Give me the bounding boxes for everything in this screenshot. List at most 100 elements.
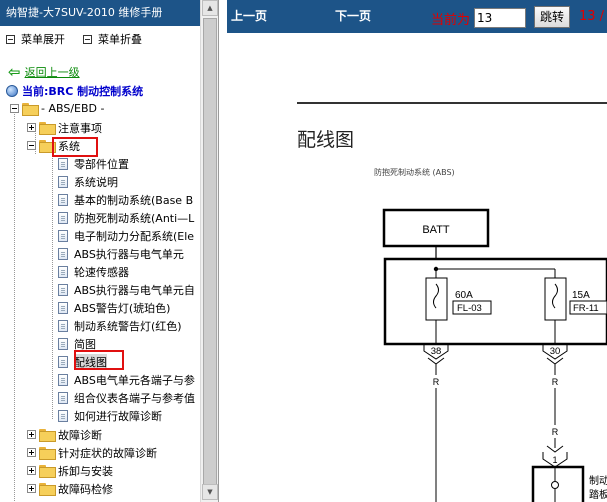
document-icon [58,319,68,332]
page-toolbar: 上一页 下一页 当前为 跳转 13 / 5 [227,0,607,33]
document-icon [58,157,68,170]
back-row: ⇦ 返回上一级 [8,64,80,80]
document-icon [58,301,68,314]
tree-leaf[interactable]: ABS警告灯(琥珀色) [58,299,170,316]
tree-leaf[interactable]: ABS电气单元各端子与参 [58,371,195,388]
tree-leaf-label: 制动系统警告灯(红色) [74,319,182,333]
collapse-icon[interactable] [27,141,36,150]
side-label-2: 踏板 [589,488,607,501]
expand-icon[interactable] [27,484,36,493]
tree-item-label: 拆卸与安装 [58,464,113,478]
tree-leaf[interactable]: 零部件位置 [58,155,129,172]
document-icon [58,247,68,260]
tree-leaf-label: 零部件位置 [74,157,129,171]
current-section: 当前:BRC 制动控制系统 [22,85,144,98]
tree-leaf[interactable]: ABS执行器与电气单元自 [58,281,195,298]
tree-item-removal[interactable]: 拆卸与安装 [27,462,113,479]
expand-icon[interactable] [27,430,36,439]
document-icon [58,409,68,422]
batt-label: BATT [422,224,450,236]
expand-icon[interactable] [27,123,36,132]
tree-leaf-label: 系统说明 [74,175,118,189]
expand-all-button[interactable]: 菜单展开 [6,31,65,47]
app-window: 纳智捷-大7SUV-2010 维修手册 菜单展开 菜单折叠 ⇦ 返回上一级 当前… [0,0,607,502]
folder-icon [39,465,56,478]
collapse-icon [83,34,92,44]
collapse-all-label: 菜单折叠 [98,33,142,46]
next-page-button[interactable]: 下一页 [335,0,371,33]
tree-root-label: - ABS/EBD - [41,102,105,115]
fuse2-rating: 15A [572,290,590,301]
tree-item-label: 故障码检修 [58,482,113,496]
expand-icon [6,34,15,44]
tree-leaf-label: ABS执行器与电气单元 [74,247,184,261]
expand-all-label: 菜单展开 [21,33,65,46]
go-button[interactable]: 跳转 [534,6,570,28]
tree-leaf-label: 防抱死制动系统(Anti—L [74,211,195,225]
tree-guide [14,109,15,502]
tree-guide [52,154,53,419]
expand-icon[interactable] [27,466,36,475]
tree-leaf[interactable]: 基本的制动系统(Base B [58,191,193,208]
expand-icon[interactable] [27,448,36,457]
tree-root[interactable]: - ABS/EBD - [10,100,104,117]
side-label-1: 制动 [589,474,607,487]
tree-leaf-label: 如何进行故障诊断 [74,409,162,423]
collapse-all-button[interactable]: 菜单折叠 [83,31,142,47]
wire-color-r: R [552,377,559,387]
fuse1-rating: 60A [455,290,473,301]
tree-leaf[interactable]: 组合仪表各端子与参考值 [58,389,195,406]
fuse1-code: FL-03 [457,303,482,314]
scroll-up-icon[interactable]: ▲ [202,0,218,16]
nav-pane: 纳智捷-大7SUV-2010 维修手册 菜单展开 菜单折叠 ⇦ 返回上一级 当前… [0,0,219,502]
tree-leaf[interactable]: 轮速传感器 [58,263,129,280]
back-arrow-icon: ⇦ [8,63,21,81]
tree-item-cautions[interactable]: 注意事项 [27,119,102,136]
vertical-scrollbar[interactable]: ▲ ▼ [200,0,218,502]
tree-leaf-label: 电子制动力分配系统(Ele [74,229,195,243]
document-icon [58,265,68,278]
tree-item-label: 针对症状的故障诊断 [58,446,157,460]
tree-leaf[interactable]: 防抱死制动系统(Anti—L [58,209,194,226]
folder-icon [39,483,56,496]
tree-leaf[interactable]: 系统说明 [58,173,118,190]
tree-leaf[interactable]: ABS执行器与电气单元 [58,245,184,262]
wire-color-r: R [433,377,440,387]
document-icon [58,355,68,368]
tree-leaf-label: ABS执行器与电气单元自 [74,283,195,297]
tree-leaf[interactable]: 制动系统警告灯(红色) [58,317,182,334]
content-pane: 上一页 下一页 当前为 跳转 13 / 5 配线图 防抱死制动系统 (ABS) … [227,0,607,502]
tree-item-dtc[interactable]: 故障码检修 [27,480,113,497]
highlight-box [52,137,98,157]
menu-actions: 菜单展开 菜单折叠 [6,31,142,47]
folder-icon [39,122,56,135]
tree-item-label: 注意事项 [58,121,102,135]
pin-38: 38 [431,346,442,357]
tree-leaf-label: 基本的制动系统(Base B [74,193,194,207]
current-page-label: 当前为 [431,13,471,28]
document-icon [58,211,68,224]
document-icon [58,337,68,350]
tree-item-symptom[interactable]: 针对症状的故障诊断 [27,444,157,461]
tree-item-label: 故障诊断 [58,428,102,442]
scroll-down-icon[interactable]: ▼ [202,484,218,500]
document-icon [58,193,68,206]
tree-leaf-label: ABS电气单元各端子与参 [74,373,195,387]
page-number-input[interactable] [474,8,526,28]
document-icon [58,283,68,296]
tree-leaf[interactable]: 如何进行故障诊断 [58,407,162,424]
pin-30: 30 [550,346,561,357]
tree-leaf-label: 轮速传感器 [74,265,129,279]
scroll-thumb[interactable] [203,18,217,498]
tree-leaf[interactable]: 电子制动力分配系统(Ele [58,227,194,244]
prev-page-button[interactable]: 上一页 [231,0,267,33]
current-location: 当前:BRC 制动控制系统 [6,83,143,99]
back-link[interactable]: 返回上一级 [25,64,80,80]
manual-title: 纳智捷-大7SUV-2010 维修手册 [0,0,200,26]
highlight-box [74,350,124,370]
collapse-icon[interactable] [10,104,19,113]
fuse2-code: FR-11 [573,303,599,314]
document-icon [58,373,68,386]
tree-item-diagnosis[interactable]: 故障诊断 [27,426,102,443]
document-icon [58,391,68,404]
